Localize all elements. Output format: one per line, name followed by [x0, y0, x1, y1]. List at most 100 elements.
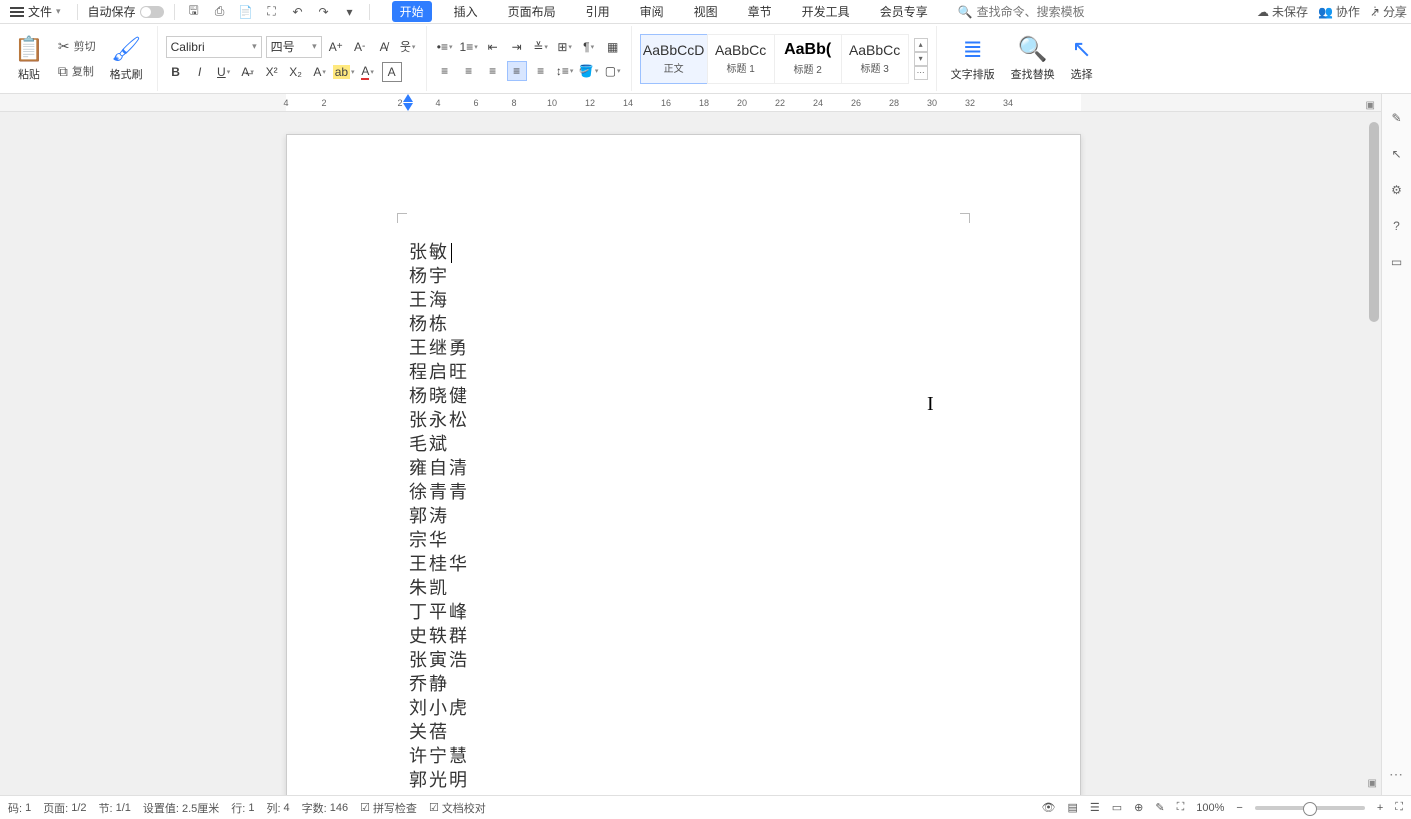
- para-border-button[interactable]: ▢▾: [603, 61, 623, 81]
- print-preview-icon[interactable]: 📄: [237, 3, 255, 21]
- shading-button[interactable]: 🪣▾: [579, 61, 599, 81]
- redo-icon[interactable]: ↷: [315, 3, 333, 21]
- char-border-button[interactable]: A: [382, 62, 402, 82]
- align-center-button[interactable]: ≡: [459, 61, 479, 81]
- style-heading2[interactable]: AaBb(标题 2: [774, 34, 842, 84]
- align-right-button[interactable]: ≡: [483, 61, 503, 81]
- more-options-icon[interactable]: ⋮: [1369, 4, 1381, 18]
- document-line[interactable]: 毛斌: [409, 432, 958, 456]
- document-line[interactable]: 史轶群: [409, 624, 958, 648]
- zoom-out-button[interactable]: −: [1236, 802, 1242, 814]
- tab-page-layout[interactable]: 页面布局: [500, 1, 564, 22]
- page-number-field[interactable]: 码:1: [8, 800, 31, 816]
- style-heading1[interactable]: AaBbCc标题 1: [707, 34, 775, 84]
- font-color-button[interactable]: A▾: [358, 62, 378, 82]
- help-icon[interactable]: ?: [1387, 216, 1407, 236]
- page-content[interactable]: 张敏杨宇王海杨栋王继勇程启旺杨晓健张永松毛斌雍自清徐青青郭涛宗华王桂华朱凯丁平峰…: [409, 240, 958, 792]
- cut-button[interactable]: ✂剪切: [54, 36, 100, 57]
- paste-button[interactable]: 📋 粘贴: [8, 35, 50, 82]
- zoom-slider[interactable]: [1255, 806, 1365, 810]
- document-line[interactable]: 王继勇: [409, 336, 958, 360]
- align-distributed-button[interactable]: ≡: [531, 61, 551, 81]
- page-count-field[interactable]: 页面:1/2: [43, 800, 86, 816]
- text-effects-button[interactable]: A▾: [310, 62, 330, 82]
- search-input[interactable]: [977, 5, 1117, 19]
- font-size-select[interactable]: 四号▾: [266, 36, 322, 58]
- document-line[interactable]: 张永松: [409, 408, 958, 432]
- tab-review[interactable]: 审阅: [632, 1, 672, 22]
- unsaved-indicator[interactable]: ☁未保存: [1257, 3, 1308, 20]
- styles-scroll-down[interactable]: ▾: [914, 52, 928, 66]
- vertical-scrollbar[interactable]: [1367, 112, 1381, 795]
- eye-icon[interactable]: 👁: [1041, 801, 1055, 814]
- side-more-icon[interactable]: ⋯: [1389, 766, 1405, 783]
- select-button[interactable]: ↖选择: [1065, 35, 1099, 82]
- tab-settings-button[interactable]: ⊞▾: [555, 37, 575, 57]
- bullets-button[interactable]: •≡▾: [435, 37, 455, 57]
- proofread-toggle[interactable]: ☑文档校对: [429, 800, 486, 816]
- show-marks-button[interactable]: ¶▾: [579, 37, 599, 57]
- underline-button[interactable]: U▾: [214, 62, 234, 82]
- find-replace-button[interactable]: 🔍查找替换: [1005, 35, 1061, 82]
- tab-member[interactable]: 会员专享: [872, 1, 936, 22]
- document-line[interactable]: 杨栋: [409, 312, 958, 336]
- zoom-in-button[interactable]: +: [1377, 802, 1383, 814]
- ruler-options-icon[interactable]: ▣: [1366, 100, 1375, 111]
- print-icon[interactable]: ⎙: [211, 3, 229, 21]
- section-field[interactable]: 节:1/1: [99, 800, 131, 816]
- document-line[interactable]: 宗华: [409, 528, 958, 552]
- indent-marker-top[interactable]: [403, 94, 413, 102]
- settings-sliders-icon[interactable]: ⚙: [1387, 180, 1407, 200]
- file-menu[interactable]: 文件 ▾: [4, 1, 67, 22]
- indent-marker-bottom[interactable]: [403, 103, 413, 111]
- bold-button[interactable]: B: [166, 62, 186, 82]
- folder-icon[interactable]: ▭: [1387, 252, 1407, 272]
- numbering-button[interactable]: 1≡▾: [459, 37, 479, 57]
- indent-field[interactable]: 设置值:2.5厘米: [143, 800, 219, 816]
- tab-developer[interactable]: 开发工具: [794, 1, 858, 22]
- align-left-button[interactable]: ≡: [435, 61, 455, 81]
- pencil-icon[interactable]: ✎: [1387, 108, 1407, 128]
- tab-insert[interactable]: 插入: [446, 1, 486, 22]
- document-line[interactable]: 许宁慧: [409, 744, 958, 768]
- document-line[interactable]: 关蓓: [409, 720, 958, 744]
- tab-sections[interactable]: 章节: [740, 1, 780, 22]
- sort-button[interactable]: ≚▾: [531, 37, 551, 57]
- note-icon[interactable]: ✎: [1155, 801, 1164, 814]
- superscript-button[interactable]: X²: [262, 62, 282, 82]
- document-line[interactable]: 刘小虎: [409, 696, 958, 720]
- document-line[interactable]: 丁平峰: [409, 600, 958, 624]
- word-count-field[interactable]: 字数:146: [302, 800, 348, 816]
- scrollbar-thumb[interactable]: [1369, 122, 1379, 322]
- line-spacing-button[interactable]: ↕≡▾: [555, 61, 575, 81]
- document-line[interactable]: 郭涛: [409, 504, 958, 528]
- cursor-icon[interactable]: ↖: [1387, 144, 1407, 164]
- styles-more[interactable]: ⋯: [914, 66, 928, 80]
- highlight-button[interactable]: ab▾: [334, 62, 354, 82]
- save-icon[interactable]: 🖫: [185, 3, 203, 21]
- clear-format-button[interactable]: A̸: [374, 37, 394, 57]
- document-line[interactable]: 乔静: [409, 672, 958, 696]
- col-field[interactable]: 列:4: [266, 800, 289, 816]
- web-view-icon[interactable]: ⊕: [1134, 801, 1143, 814]
- zoom-fit-icon[interactable]: ⛶: [1177, 801, 1185, 814]
- tab-home[interactable]: 开始: [392, 1, 432, 22]
- search-box[interactable]: 🔍: [958, 5, 1117, 19]
- text-layout-button[interactable]: ≣文字排版: [945, 35, 1001, 82]
- style-normal[interactable]: AaBbCcD正文: [640, 34, 708, 84]
- document-line[interactable]: 张寅浩: [409, 648, 958, 672]
- font-name-select[interactable]: Calibri▾: [166, 36, 262, 58]
- shrink-font-button[interactable]: A-: [350, 37, 370, 57]
- page-view-icon[interactable]: ▤: [1067, 801, 1077, 814]
- subscript-button[interactable]: X₂: [286, 62, 306, 82]
- styles-scroll-up[interactable]: ▴: [914, 38, 928, 52]
- style-heading3[interactable]: AaBbCc标题 3: [841, 34, 909, 84]
- align-justify-button[interactable]: ≡: [507, 61, 527, 81]
- collapse-ribbon-icon[interactable]: ︿: [1393, 4, 1405, 21]
- horizontal-ruler[interactable]: 42246810121416182022242628303234: [0, 94, 1411, 112]
- document-line[interactable]: 杨宇: [409, 264, 958, 288]
- spellcheck-toggle[interactable]: ☑拼写检查: [360, 800, 417, 816]
- tab-view[interactable]: 视图: [686, 1, 726, 22]
- document-page[interactable]: 张敏杨宇王海杨栋王继勇程启旺杨晓健张永松毛斌雍自清徐青青郭涛宗华王桂华朱凯丁平峰…: [286, 134, 1081, 795]
- collab-button[interactable]: 👥协作: [1318, 3, 1360, 20]
